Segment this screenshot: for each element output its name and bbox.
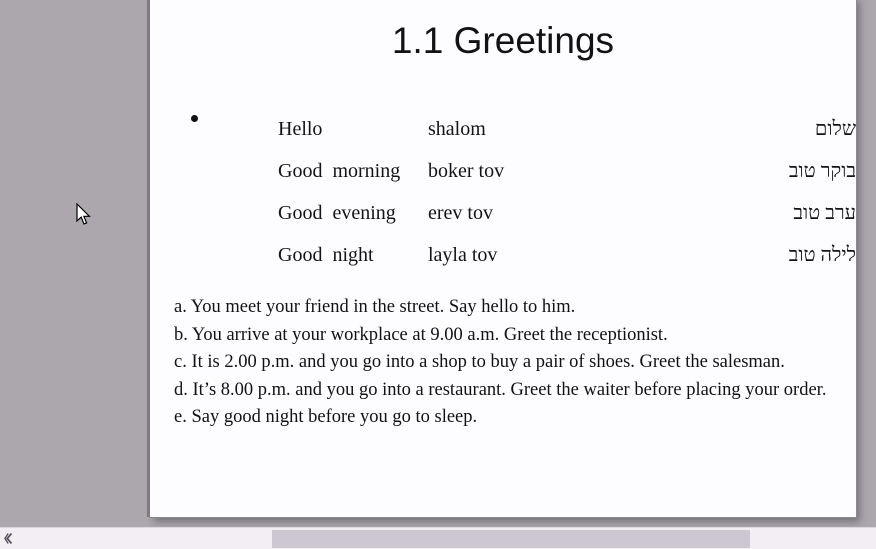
vocab-hebrew: לילה טוב <box>788 243 856 266</box>
vocab-transliteration: layla tov <box>428 243 498 266</box>
table-row: Good morning boker tov בוקר טוב <box>278 150 856 192</box>
table-row: Hello shalom שלום <box>278 108 856 150</box>
list-item: e. Say good night before you go to sleep… <box>174 407 478 427</box>
table-row: Good night layla tov לילה טוב <box>278 234 856 276</box>
vocab-english: Good morning <box>278 159 401 182</box>
page-left-edge-rule <box>147 0 150 517</box>
vocab-transliteration: boker tov <box>428 159 505 182</box>
scrollbar-thumb[interactable] <box>272 530 750 548</box>
vocab-english: Good night <box>278 243 374 266</box>
exercise-list: a. You meet your friend in the street. S… <box>174 294 844 432</box>
list-item: c. It is 2.00 p.m. and you go into a sho… <box>174 352 785 372</box>
slide-page[interactable]: 1.1 Greetings Hello shalom שלום Good mor… <box>147 0 856 517</box>
list-item: b. You arrive at your workplace at 9.00 … <box>174 324 668 345</box>
vocab-transliteration: shalom <box>428 117 486 140</box>
document-viewer-canvas[interactable]: 1.1 Greetings Hello shalom שלום Good mor… <box>0 0 876 527</box>
chevron-left-icon <box>4 533 13 544</box>
arrow-pointer-icon <box>76 203 91 225</box>
page-title: 1.1 Greetings <box>391 20 615 61</box>
vocab-hebrew: בוקר טוב <box>788 159 856 182</box>
scroll-left-button[interactable] <box>0 528 17 549</box>
vocab-hebrew: שלום <box>814 117 856 140</box>
vocab-hebrew: ערב טוב <box>793 201 856 224</box>
list-item: a. You meet your friend in the street. S… <box>174 297 576 317</box>
vocab-transliteration: erev tov <box>428 201 493 224</box>
bullet-marker-icon <box>191 115 198 122</box>
list-item: d. It’s 8.00 p.m. and you go into a rest… <box>174 379 827 400</box>
vocab-english: Good evening <box>278 201 396 224</box>
horizontal-scrollbar[interactable] <box>0 527 876 549</box>
table-row: Good evening erev tov ערב טוב <box>278 192 856 234</box>
vocabulary-table: Hello shalom שלום Good morning boker tov… <box>278 108 856 276</box>
vocab-english: Hello <box>278 117 323 140</box>
